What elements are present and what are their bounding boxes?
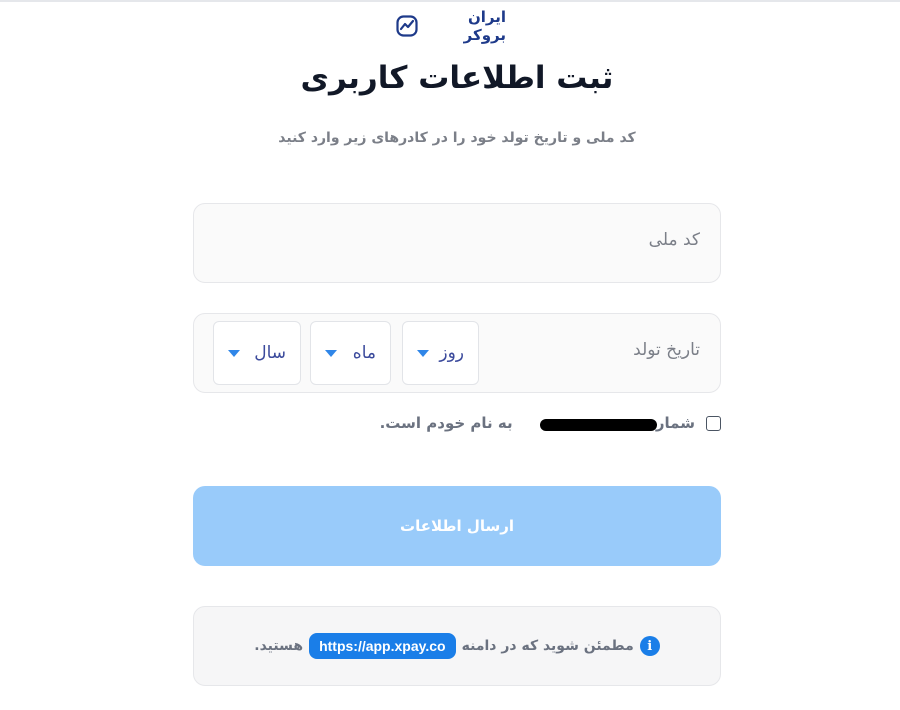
notice-text-before: مطمئن شوید که در دامنه [461,638,634,654]
chevron-down-icon [417,349,429,357]
month-select-label: ماه [352,343,376,363]
chevron-down-icon [325,349,337,357]
year-select[interactable]: سال [213,321,301,385]
month-select[interactable]: ماه [310,321,391,385]
submit-button[interactable]: ارسال اطلاعات [193,486,721,566]
page-title: ثبت اطلاعات کاربری [300,60,614,96]
consent-checkbox[interactable] [706,415,721,431]
national-id-placeholder: کد ملی [648,230,700,250]
national-id-field[interactable]: کد ملی [193,203,721,283]
domain-notice: i مطمئن شوید که در دامنه https://app.xpa… [193,606,721,686]
info-icon: i [639,636,660,656]
redacted-phone-number [540,419,657,431]
top-divider [0,0,900,2]
day-select-label: روز [439,343,464,363]
chevron-down-icon [228,349,240,357]
consent-label[interactable]: شماره به نام خودم است. [380,414,695,432]
page-subtitle: کد ملی و تاریخ تولد خود را در کادرهای زی… [278,130,636,146]
birth-date-label: تاریخ تولد [633,340,700,360]
year-select-label: سال [254,343,286,363]
brand-logo[interactable]: ایران بروکر [396,8,506,44]
brand-logo-text: ایران بروکر [463,8,506,44]
birth-date-field: تاریخ تولد روز ماه سال [193,313,721,393]
day-select[interactable]: روز [402,321,479,385]
consent-text-after: به نام خودم است. [379,414,513,432]
notice-text-after: هستید. [254,638,304,654]
consent-row: شماره به نام خودم است. [0,410,721,436]
trend-chart-icon [396,15,418,37]
page: ایران بروکر ثبت اطلاعات کاربری کد ملی و … [0,0,900,710]
domain-badge: https://app.xpay.co [309,633,456,659]
